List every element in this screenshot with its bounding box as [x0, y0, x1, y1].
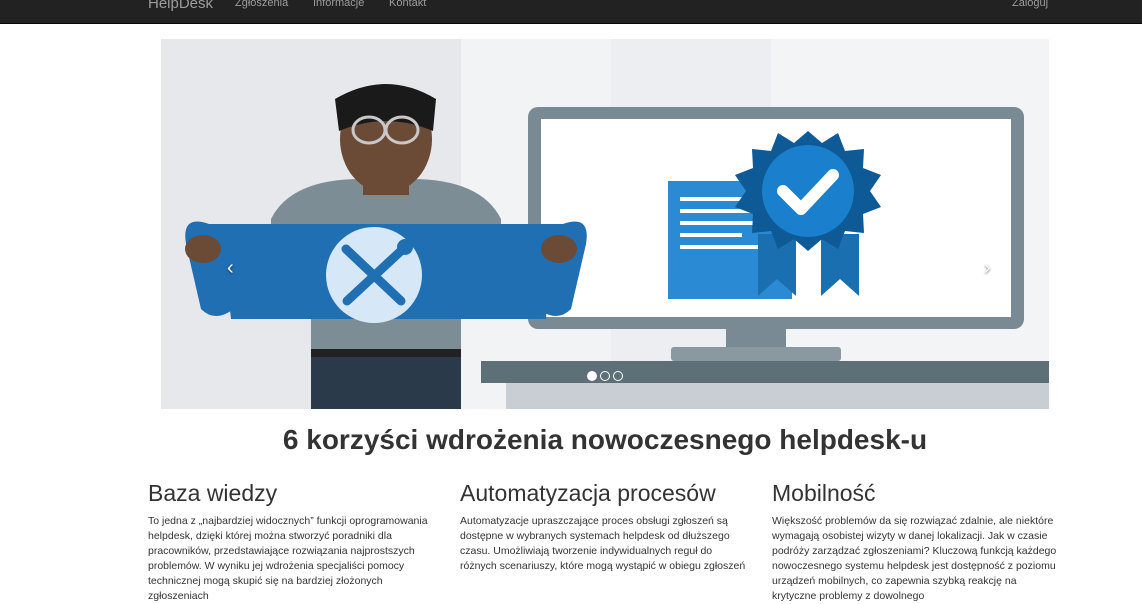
top-navbar: HelpDesk Zgłoszenia Informacje Kontakt Z… — [0, 0, 1142, 24]
feature-text: To jedna z „najbardziej widocznych” funk… — [148, 515, 428, 603]
feature-text: Automatyzacje upraszczające proces obsłu… — [460, 515, 746, 573]
feature-title: Automatyzacja procesów — [460, 480, 716, 506]
nav-link-kontakt[interactable]: Kontakt — [389, 0, 426, 9]
feature-column-3: Mobilność Większość problemów da się roz… — [772, 480, 1062, 604]
login-link[interactable]: Zaloguj — [1012, 0, 1048, 9]
page-headline: 6 korzyści wdrożenia nowoczesnego helpde… — [282, 424, 928, 455]
nav-link-informacje[interactable]: Informacje — [313, 0, 364, 9]
carousel-indicators — [587, 371, 623, 381]
feature-column-2: Automatyzacja procesów Automatyzacje upr… — [460, 480, 750, 574]
carousel-indicator-3[interactable] — [613, 371, 623, 381]
chevron-left-icon: ‹ — [227, 257, 234, 279]
carousel-prev-control[interactable]: ‹ — [227, 257, 234, 280]
chevron-right-icon: › — [984, 257, 991, 279]
feature-text: Większość problemów da się rozwiązać zda… — [772, 515, 1057, 603]
slide-illustration — [161, 39, 1049, 409]
carousel-next-control[interactable]: › — [984, 257, 991, 280]
feature-title: Baza wiedzy — [148, 480, 278, 506]
brand-link[interactable]: HelpDesk — [148, 0, 213, 12]
hero-carousel: ‹ › — [161, 39, 1049, 409]
carousel-indicator-2[interactable] — [600, 371, 610, 381]
carousel-indicator-1[interactable] — [587, 371, 597, 381]
feature-column-1: Baza wiedzy To jedna z „najbardziej wido… — [148, 480, 438, 604]
nav-link-zgloszenia[interactable]: Zgłoszenia — [235, 0, 288, 9]
feature-title: Mobilność — [772, 480, 876, 506]
